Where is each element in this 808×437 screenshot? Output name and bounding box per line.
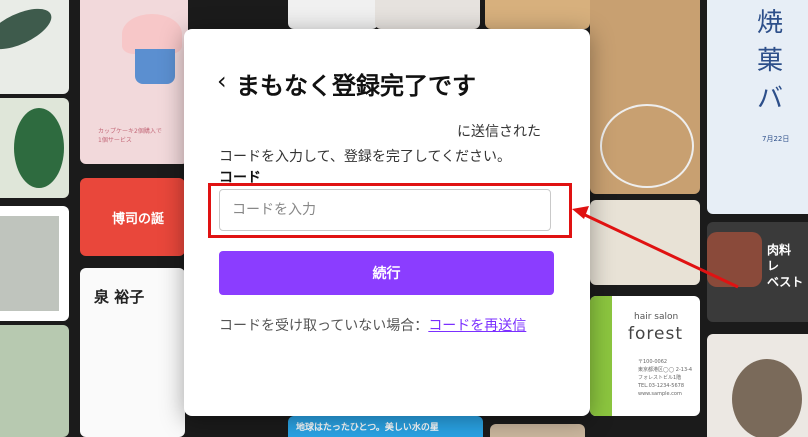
arrow-line bbox=[584, 213, 739, 289]
annotation-arrow-icon bbox=[572, 206, 739, 289]
